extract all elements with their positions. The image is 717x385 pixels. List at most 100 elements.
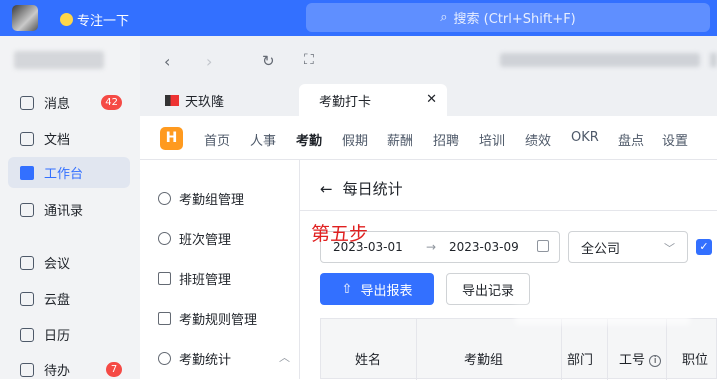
column-header-group[interactable]: 考勤组 <box>464 349 503 368</box>
submenu-label: 班次管理 <box>179 233 232 248</box>
focus-mode-button[interactable]: 专注一下 <box>60 10 129 29</box>
sidebar-item-label: 云盘 <box>44 293 71 308</box>
sidebar-item-contacts[interactable]: 通讯录 <box>8 194 130 225</box>
end-date: 2023-03-09 <box>449 240 519 254</box>
focus-icon <box>60 13 73 26</box>
column-label: 工号 <box>619 353 646 368</box>
close-icon[interactable]: ✕ <box>426 92 437 107</box>
submenu-rules-management[interactable]: 考勤规则管理 <box>158 309 257 328</box>
sidebar: 消息 42 文档 工作台 通讯录 会议 云盘 日历 待办 7 <box>0 36 140 379</box>
column-header-position[interactable]: 职位 <box>682 349 708 368</box>
refresh-icon[interactable]: ↻ <box>262 52 275 70</box>
company-value: 全公司 <box>581 241 621 257</box>
chevron-up-icon: ︿ <box>279 351 290 364</box>
nav-home[interactable]: 首页 <box>204 130 230 149</box>
tab-bar: ‹ › ↻ ⛶ 天玖隆 考勤打卡 ✕ <box>140 36 717 116</box>
column-header-department[interactable]: 部门 <box>567 349 593 368</box>
submenu-label: 排班管理 <box>179 273 232 288</box>
sidebar-item-label: 工作台 <box>44 167 84 182</box>
sidebar-item-meetings[interactable]: 会议 <box>8 247 130 278</box>
more-icon[interactable] <box>710 53 717 67</box>
sidebar-item-calendar[interactable]: 日历 <box>8 319 130 350</box>
tab-tianjiulong[interactable]: 天玖隆 <box>145 84 295 116</box>
sidebar-item-label: 文档 <box>44 133 71 148</box>
search-input[interactable]: ⌕ 搜索 (Ctrl+Shift+F) <box>306 3 710 32</box>
tab-attendance[interactable]: 考勤打卡 ✕ <box>299 84 447 116</box>
rules-icon <box>158 312 171 325</box>
submenu-group-management[interactable]: 考勤组管理 <box>158 189 244 208</box>
watermark <box>515 305 690 325</box>
forward-icon[interactable]: › <box>206 52 212 71</box>
sidebar-item-label: 日历 <box>44 329 71 344</box>
focus-label: 专注一下 <box>77 14 130 29</box>
search-placeholder: 搜索 (Ctrl+Shift+F) <box>453 12 576 27</box>
column-header-employee-id[interactable]: 工号 i <box>619 349 662 368</box>
button-label: 导出报表 <box>360 283 413 299</box>
unread-badge: 42 <box>101 95 122 110</box>
submenu-schedule-management[interactable]: 排班管理 <box>158 269 231 288</box>
column-divider <box>607 319 608 380</box>
tab-label: 天玖隆 <box>185 94 225 110</box>
range-arrow-icon: → <box>426 240 437 254</box>
back-icon[interactable]: ‹ <box>164 52 170 71</box>
grid-icon <box>20 165 34 180</box>
column-header-name[interactable]: 姓名 <box>355 349 381 368</box>
nav-attendance[interactable]: 考勤 <box>296 130 323 162</box>
page-header: ← 每日统计 <box>320 178 403 199</box>
user-name <box>14 51 104 69</box>
info-icon: i <box>649 354 662 367</box>
url-text <box>500 53 700 67</box>
nav-recruit[interactable]: 招聘 <box>433 130 459 149</box>
submenu-shift-management[interactable]: 班次管理 <box>158 229 231 248</box>
fullscreen-icon[interactable]: ⛶ <box>304 52 314 68</box>
export-records-button[interactable]: 导出记录 <box>446 273 530 305</box>
contacts-icon <box>20 202 34 217</box>
calendar-icon <box>537 240 549 252</box>
sidebar-item-messages[interactable]: 消息 42 <box>8 87 130 118</box>
app-logo: H <box>160 127 183 150</box>
search-icon: ⌕ <box>440 10 448 25</box>
nav-performance[interactable]: 绩效 <box>525 130 551 149</box>
nav-leave[interactable]: 假期 <box>342 130 368 149</box>
export-report-button[interactable]: ⇧ 导出报表 <box>320 273 434 305</box>
avatar[interactable] <box>12 5 38 31</box>
nav-inventory[interactable]: 盘点 <box>618 130 644 149</box>
sidebar-item-label: 会议 <box>44 257 71 272</box>
submenu-label: 考勤统计 <box>179 353 232 368</box>
sidebar-item-label: 消息 <box>44 97 71 112</box>
tab-label: 考勤打卡 <box>319 94 372 110</box>
document-icon <box>20 131 34 146</box>
top-bar: 专注一下 ⌕ 搜索 (Ctrl+Shift+F) <box>0 0 717 36</box>
calendar-icon <box>20 327 34 342</box>
nav-salary[interactable]: 薪酬 <box>387 130 413 149</box>
flag-icon <box>165 94 179 106</box>
sidebar-item-docs[interactable]: 文档 <box>8 123 130 154</box>
column-divider <box>561 319 562 380</box>
chevron-down-icon: ﹀ <box>664 242 675 255</box>
button-label: 导出记录 <box>461 283 514 299</box>
schedule-icon <box>158 272 171 285</box>
attendance-submenu: 考勤组管理 班次管理 排班管理 考勤规则管理 考勤统计 ︿ <box>140 160 300 379</box>
sidebar-item-workbench[interactable]: 工作台 <box>8 157 130 188</box>
chart-icon <box>158 352 171 365</box>
sidebar-item-todo[interactable]: 待办 7 <box>8 354 130 385</box>
column-divider <box>666 319 667 380</box>
company-select[interactable]: 全公司 ﹀ <box>568 231 688 263</box>
app-nav: H 首页 人事 考勤 假期 薪酬 招聘 培训 绩效 OKR 盘点 设置 <box>140 116 717 162</box>
nav-okr[interactable]: OKR <box>571 130 599 145</box>
nav-hr[interactable]: 人事 <box>250 130 276 149</box>
back-arrow-icon[interactable]: ← <box>320 180 333 198</box>
sidebar-item-cloud-drive[interactable]: 云盘 <box>8 283 130 314</box>
option-checkbox[interactable]: ✓ <box>696 239 712 255</box>
nav-training[interactable]: 培训 <box>479 130 505 149</box>
phone-icon <box>20 255 34 270</box>
sidebar-item-label: 通讯录 <box>44 204 84 219</box>
checkbox-icon <box>20 362 34 377</box>
submenu-label: 考勤规则管理 <box>179 313 258 328</box>
message-icon <box>20 95 34 110</box>
nav-settings[interactable]: 设置 <box>662 130 688 149</box>
submenu-label: 考勤组管理 <box>179 193 245 208</box>
user-icon <box>158 192 171 205</box>
submenu-statistics[interactable]: 考勤统计 ︿ <box>158 349 290 368</box>
todo-badge: 7 <box>106 362 122 377</box>
